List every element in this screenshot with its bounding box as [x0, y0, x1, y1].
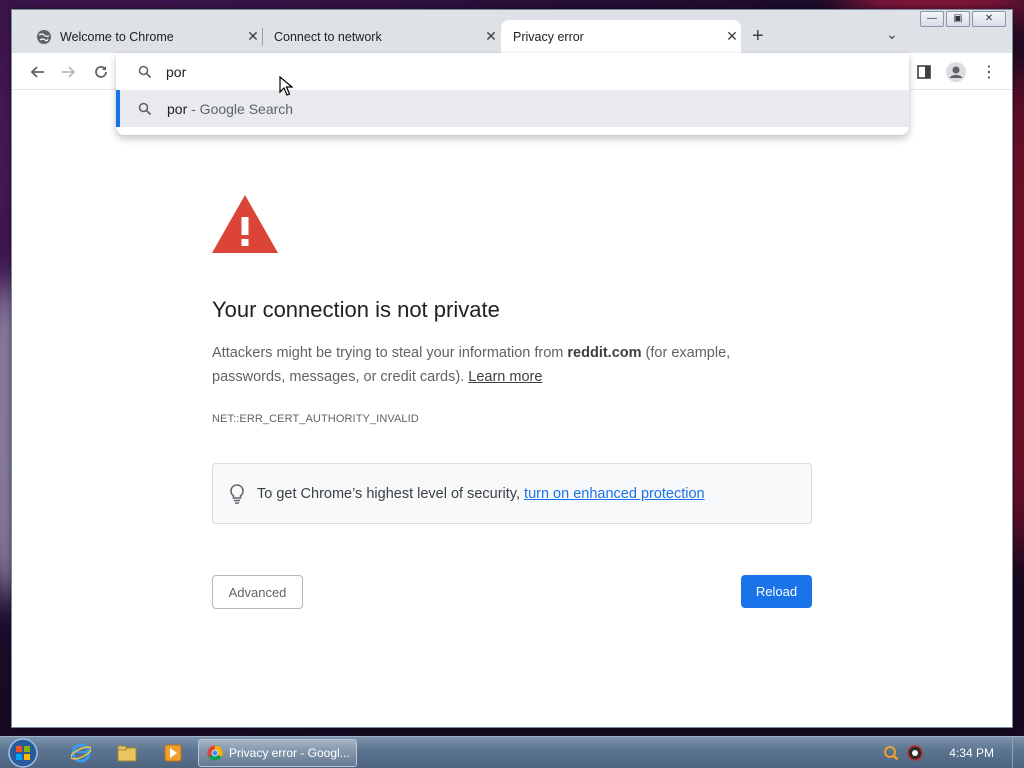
tab-title: Privacy error	[513, 29, 584, 44]
windows-logo-icon	[8, 738, 38, 768]
page-title: Your connection is not private	[212, 297, 500, 322]
omnibox-dropdown: por - Google Search	[116, 53, 909, 135]
tab-title: Connect to network	[274, 29, 382, 44]
address-input[interactable]	[166, 61, 866, 83]
tab-title: Welcome to Chrome	[60, 29, 174, 44]
reload-button[interactable]: Reload	[741, 575, 812, 608]
close-icon[interactable]: ✕	[723, 28, 741, 45]
profile-button[interactable]	[945, 61, 967, 83]
globe-icon	[37, 29, 51, 44]
reload-icon	[95, 66, 107, 78]
file-explorer-icon[interactable]	[116, 742, 138, 764]
avatar-icon	[946, 62, 966, 82]
side-panel-icon	[917, 65, 931, 79]
lightbulb-icon	[230, 483, 244, 504]
mouse-cursor-icon	[279, 76, 293, 96]
error-description: Attackers might be trying to steal your …	[212, 345, 731, 385]
suggestion-text: por - Google Search	[167, 100, 294, 117]
taskbar-item-chrome[interactable]: Privacy error - Googl...	[198, 739, 357, 767]
side-panel-button[interactable]	[913, 61, 935, 83]
window-controls: — ▣ ✕	[920, 11, 1006, 27]
close-icon[interactable]: ✕	[482, 28, 500, 45]
tab-connect-network[interactable]: Connect to network ✕	[274, 20, 500, 53]
network-tray-icon[interactable]	[883, 745, 899, 761]
warning-triangle-icon	[212, 195, 278, 253]
volume-tray-icon[interactable]	[907, 745, 924, 761]
start-button[interactable]	[4, 737, 42, 768]
tab-welcome[interactable]: Welcome to Chrome ✕	[32, 20, 262, 53]
reload-toolbar-button[interactable]	[90, 61, 112, 83]
omnibox[interactable]	[116, 53, 909, 90]
browser-window: — ▣ ✕ Welcome to Chrome ✕ Connect to net…	[11, 9, 1013, 728]
media-player-icon[interactable]	[162, 742, 184, 764]
close-window-button[interactable]: ✕	[972, 11, 1006, 27]
enhanced-text: To get Chrome’s highest level of securit…	[257, 485, 705, 502]
menu-kebab-icon[interactable]: ⋮	[978, 61, 1000, 83]
tab-strip: — ▣ ✕ Welcome to Chrome ✕ Connect to net…	[12, 10, 1012, 53]
learn-more-link[interactable]: Learn more	[468, 369, 542, 385]
close-icon[interactable]: ✕	[244, 28, 262, 45]
internet-explorer-icon[interactable]	[70, 742, 92, 764]
suggestion-google-search[interactable]: por - Google Search	[116, 90, 909, 127]
new-tab-button[interactable]: +	[752, 26, 764, 46]
back-arrow-icon	[30, 66, 44, 78]
domain-name: reddit.com	[567, 345, 642, 361]
tab-search-icon[interactable]: ⌄	[886, 26, 898, 43]
taskbar: Privacy error - Googl... 4:34 PM	[0, 736, 1024, 768]
show-desktop-button[interactable]	[1012, 737, 1024, 768]
advanced-button[interactable]: Advanced	[212, 575, 303, 609]
clock[interactable]: 4:34 PM	[949, 746, 994, 760]
enhanced-protection-box: To get Chrome’s highest level of securit…	[212, 463, 812, 524]
system-tray: 4:34 PM	[883, 737, 1024, 768]
minimize-button[interactable]: —	[920, 11, 944, 27]
chrome-icon	[207, 745, 223, 761]
forward-arrow-icon	[62, 66, 76, 78]
enhanced-protection-link[interactable]: turn on enhanced protection	[524, 486, 705, 502]
search-icon	[138, 102, 152, 115]
error-code: NET::ERR_CERT_AUTHORITY_INVALID	[212, 413, 419, 425]
restore-button[interactable]: ▣	[946, 11, 970, 27]
taskbar-item-label: Privacy error - Googl...	[229, 746, 350, 760]
search-icon	[138, 65, 152, 79]
tab-privacy-error[interactable]: Privacy error ✕	[501, 20, 741, 53]
forward-button[interactable]	[58, 61, 80, 83]
back-button[interactable]	[26, 61, 48, 83]
